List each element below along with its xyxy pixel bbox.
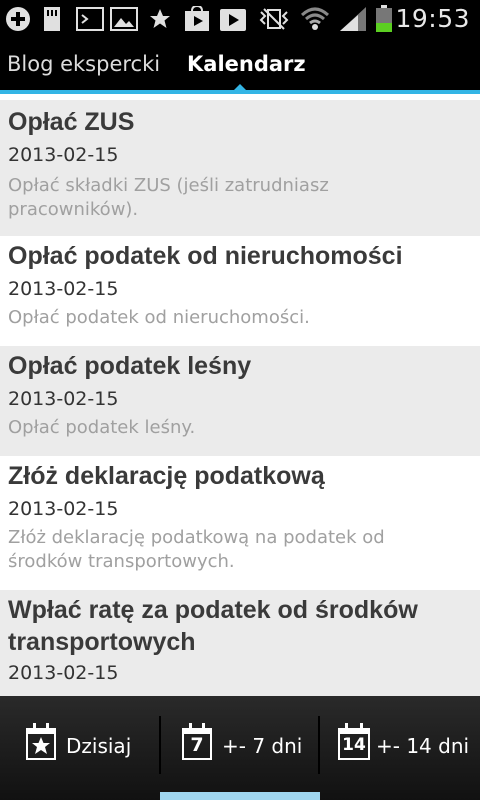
battery-icon: [374, 5, 394, 32]
list-item[interactable]: Opłać ZUS 2013-02-15 Opłać składki ZUS (…: [0, 100, 480, 236]
list-item[interactable]: Złóż deklarację podatkową 2013-02-15 Złó…: [0, 456, 480, 590]
calendar-7-icon: 7: [182, 723, 212, 760]
two-weeks-range-label: +- 14 dni: [376, 734, 470, 758]
week-range-button[interactable]: 7 +- 7 dni: [161, 696, 318, 800]
no-vibrate-icon: [258, 6, 290, 32]
item-title: Opłać ZUS: [8, 108, 135, 136]
list-item[interactable]: Wpłać ratę za podatek od środków transpo…: [0, 590, 480, 696]
item-title: Opłać podatek leśny: [8, 352, 252, 380]
terminal-icon: [76, 6, 104, 32]
item-date: 2013-02-15: [8, 278, 119, 300]
tab-indicator: [0, 90, 480, 94]
sd-card-icon: [40, 6, 64, 32]
today-button[interactable]: Dzisiaj: [0, 696, 159, 800]
tab-blog-ekspercki[interactable]: Blog ekspercki: [7, 52, 160, 76]
item-date: 2013-02-15: [8, 662, 119, 684]
item-title: Złóż deklarację podatkową: [8, 462, 325, 490]
tab-kalendarz[interactable]: Kalendarz: [187, 52, 306, 76]
item-date: 2013-02-15: [8, 388, 119, 410]
event-list[interactable]: Opłać ZUS 2013-02-15 Opłać składki ZUS (…: [0, 100, 480, 696]
image-icon: [110, 6, 138, 32]
item-title: Wpłać ratę za podatek od środków transpo…: [8, 596, 418, 656]
item-date: 2013-02-15: [8, 498, 119, 520]
item-description: Opłać składki ZUS (jeśli zatrudniasz pra…: [8, 175, 329, 220]
list-item[interactable]: Opłać podatek leśny 2013-02-15 Opłać pod…: [0, 346, 480, 456]
week-range-label: +- 7 dni: [222, 734, 303, 758]
two-weeks-range-button[interactable]: 14 +- 14 dni: [320, 696, 480, 800]
signal-icon: [338, 6, 370, 32]
play-store-icon: [183, 6, 211, 32]
list-item[interactable]: Opłać podatek od nieruchomości 2013-02-1…: [0, 236, 480, 346]
add-icon: [4, 6, 32, 32]
item-title: Opłać podatek od nieruchomości: [8, 242, 403, 270]
item-description: Opłać podatek leśny.: [8, 417, 196, 438]
play-icon: [219, 6, 247, 32]
calendar-14-icon: 14: [338, 723, 370, 760]
clock: 19:53: [395, 4, 470, 33]
item-description: Złóż deklarację podatkową na podatek od …: [8, 527, 385, 572]
bottom-action-bar: Dzisiaj 7 +- 7 dni 14 +- 14 dni: [0, 696, 480, 800]
item-date: 2013-02-15: [8, 144, 119, 166]
item-description: Opłać podatek od nieruchomości.: [8, 307, 310, 328]
active-button-indicator: [160, 792, 320, 800]
today-label: Dzisiaj: [66, 734, 132, 758]
wifi-icon: [300, 6, 330, 32]
calendar-star-icon: [26, 723, 56, 760]
status-bar: 19:53: [0, 0, 480, 38]
star-icon: [147, 6, 173, 32]
